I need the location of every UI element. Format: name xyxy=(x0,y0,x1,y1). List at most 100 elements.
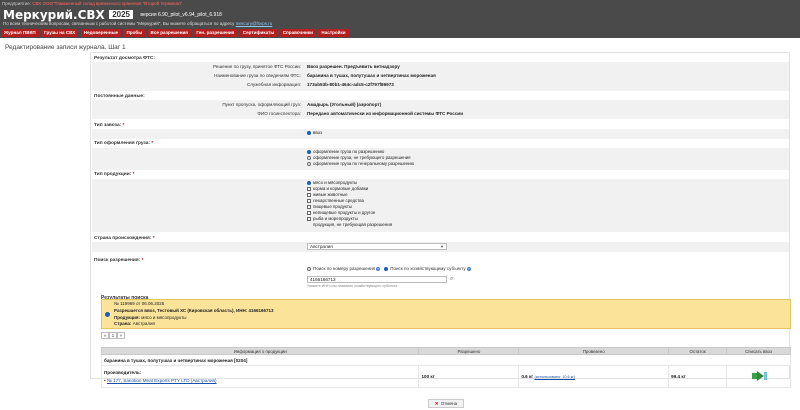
fts-service-info-value: 173ab53b-80b1-464c-adc5-c2f797f86973 xyxy=(307,82,394,87)
col-allowed: Разрешено xyxy=(418,347,520,355)
fts-decision-label: Решение по грузу, принятое ФТС России: xyxy=(213,64,301,69)
import-type-option[interactable]: ввоз xyxy=(307,130,322,136)
checkpoint-label: Пункт пропуска, оформляющий груз: xyxy=(222,102,301,107)
organization-name: СВХ ООО"Таможенный склад временного хран… xyxy=(32,1,183,6)
import-type-title: Тип завоза: * xyxy=(94,123,125,128)
result-radio-selected[interactable] xyxy=(105,312,110,317)
support-email-link[interactable]: mercury@fsvps.ru xyxy=(236,21,273,26)
pager-page-1[interactable]: 1 xyxy=(109,332,117,339)
organization-label: Предприятие: xyxy=(2,1,31,6)
writeoff-cell xyxy=(726,365,791,388)
col-remainder: Остаток xyxy=(668,347,728,355)
edit-form: Результат досмотра ФТС: Решение по грузу… xyxy=(90,52,791,388)
remainder-cell: 99.4 кг xyxy=(668,365,728,388)
table-header: Информация о продукции Разрешено Провезе… xyxy=(100,347,791,355)
permit-country: Страна: Австралия xyxy=(114,321,155,326)
col-info: Информация о продукции xyxy=(100,347,420,355)
app-name: Меркурий.СВХ xyxy=(3,8,105,22)
app-logo[interactable]: Меркурий.СВХ 2025 версия 6.90_pilot_v6.9… xyxy=(3,8,222,22)
col-transported: Провезено xyxy=(518,347,670,355)
fts-cargo-name-value: баранина в тушах, полутушах и четвертина… xyxy=(307,73,436,78)
radio-icon xyxy=(307,216,311,221)
table-row: Производитель: • № 177, Sanotion Meat Ex… xyxy=(100,365,791,388)
close-icon: ✕ xyxy=(434,401,439,406)
version-text: версия 6.90_pilot_v6.94_pilot_6.918 xyxy=(140,12,222,18)
manufacturer-link[interactable]: № 177, Sanotion Meat Exports PTY LTD (Ав… xyxy=(107,378,217,383)
origin-country-title: Страна происхождения: * xyxy=(94,236,155,241)
radio-by-entity[interactable] xyxy=(384,266,389,271)
clearance-option-general-permit[interactable]: оформление груза по генеральному разреше… xyxy=(307,161,414,167)
manufacturer-label: Производитель: xyxy=(104,370,142,375)
manufacturer-cell: Производитель: • № 177, Sanotion Meat Ex… xyxy=(100,365,420,388)
menu-general-permits[interactable]: Ген. разрешения xyxy=(193,29,238,37)
clearance-type-title: Тип оформления груза: * xyxy=(94,141,154,146)
used-link[interactable]: (использовано: 10.6 кг) xyxy=(535,375,576,379)
permit-number: № 119969 от 06.06.2025 xyxy=(114,301,165,306)
radio-by-number[interactable] xyxy=(307,266,311,271)
import-type-band xyxy=(92,129,789,139)
search-icon[interactable]: ⌕ xyxy=(450,276,453,283)
help-icon[interactable]: ? xyxy=(376,267,381,271)
pager-next[interactable]: » xyxy=(117,332,125,339)
bullet-icon: • xyxy=(104,378,106,383)
fts-decision-value: Ввоз разрешен. Предъявить ветнадзору xyxy=(307,64,400,69)
write-off-arrow-icon[interactable] xyxy=(752,371,768,381)
support-text: По всем техническим вопросам, связанным … xyxy=(3,21,235,26)
fts-section-title: Результат досмотра ФТС: xyxy=(94,56,155,61)
main-menu: Журнал ПВКП Грузы на СВХ Недоверенные Пр… xyxy=(0,29,800,38)
menu-references[interactable]: Справочники xyxy=(279,29,316,37)
clearance-type-band xyxy=(92,148,789,170)
radio-icon xyxy=(307,198,311,203)
menu-samples[interactable]: Пробы xyxy=(123,29,146,37)
radio-icon xyxy=(307,149,311,154)
permit-result-card[interactable]: № 119969 от 06.06.2025 Разрешается ввоз,… xyxy=(101,299,791,329)
entity-search-input[interactable]: 4166166713 xyxy=(307,276,447,283)
product-option-no-permit[interactable]: продукция, не требующая разрешения xyxy=(307,222,392,228)
menu-cargo[interactable]: Грузы на СВХ xyxy=(41,29,79,37)
menu-all-permits[interactable]: Все разрешения xyxy=(147,29,191,37)
radio-icon xyxy=(307,192,311,197)
permit-allowed: Разрешается ввоз, Тестовый ХС (Кировская… xyxy=(114,308,274,313)
inspector-label: ФИО госинспектора: xyxy=(257,111,301,116)
help-icon[interactable]: ? xyxy=(466,267,471,271)
radio-icon xyxy=(307,155,311,160)
col-writeoff: Списать ввоз xyxy=(726,347,791,355)
radio-icon xyxy=(307,161,311,166)
const-section-title: Постоянные данные: xyxy=(94,94,145,99)
cancel-button[interactable]: ✕ Отмена xyxy=(428,399,464,408)
origin-country-value: Австралия xyxy=(310,244,333,249)
fts-cargo-name-label: Наименование груза по сведениям ФТС: xyxy=(214,73,301,78)
results-pager: «1» xyxy=(101,332,125,339)
menu-certificates[interactable]: Сертификаты xyxy=(239,29,278,37)
menu-settings[interactable]: Настройки xyxy=(318,29,349,37)
table-row: баранина в тушах, полутушах и четвертина… xyxy=(101,354,791,366)
search-by-entity-label[interactable]: Поиск по хозяйствующему субъекту xyxy=(390,266,465,271)
inspector-value: Передано автоматически из информационной… xyxy=(307,111,464,116)
organization-line: Предприятие: СВХ ООО"Таможенный склад вр… xyxy=(2,1,182,6)
pager-prev[interactable]: « xyxy=(101,332,109,339)
search-by-number-label[interactable]: Поиск по номеру разрешения xyxy=(313,266,375,271)
const-band xyxy=(92,100,789,119)
permit-search-mode: Поиск по номеру разрешения? Поиск по хоз… xyxy=(307,266,474,271)
page-title: Редактирование записи журнала. Шаг 1 xyxy=(5,44,126,51)
search-hint: Укажите ИНН или название хозяйствующего … xyxy=(307,284,398,288)
transported-cell: 0.6 кг (использовано: 10.6 кг) xyxy=(518,365,670,388)
fts-service-info-label: Служебная информация: xyxy=(246,82,301,87)
product-table: Информация о продукции Разрешено Провезе… xyxy=(100,347,791,388)
menu-unverified[interactable]: Недоверенные xyxy=(80,29,122,37)
product-type-title: Тип продукции: * xyxy=(94,172,135,177)
checkpoint-value: Амадырь (Угольный) (аэропорт) xyxy=(307,102,382,107)
radio-icon xyxy=(307,186,311,191)
product-title: баранина в тушах, полутушах и четвертина… xyxy=(101,354,791,366)
top-bar: Предприятие: СВХ ООО"Таможенный склад вр… xyxy=(0,0,800,29)
chevron-down-icon: ▼ xyxy=(440,244,444,249)
support-line: По всем техническим вопросам, связанным … xyxy=(3,21,272,26)
radio-icon xyxy=(307,204,311,209)
menu-journal[interactable]: Журнал ПВКП xyxy=(1,29,39,37)
origin-country-select[interactable]: Австралия ▼ xyxy=(307,243,447,250)
fts-band xyxy=(92,62,789,91)
year-badge: 2025 xyxy=(109,10,133,19)
product-type-band xyxy=(92,179,789,232)
permit-product: Продукция: мясо и мясопродукты xyxy=(114,315,187,320)
permit-search-title: Поиск разрешения: * xyxy=(94,258,144,263)
